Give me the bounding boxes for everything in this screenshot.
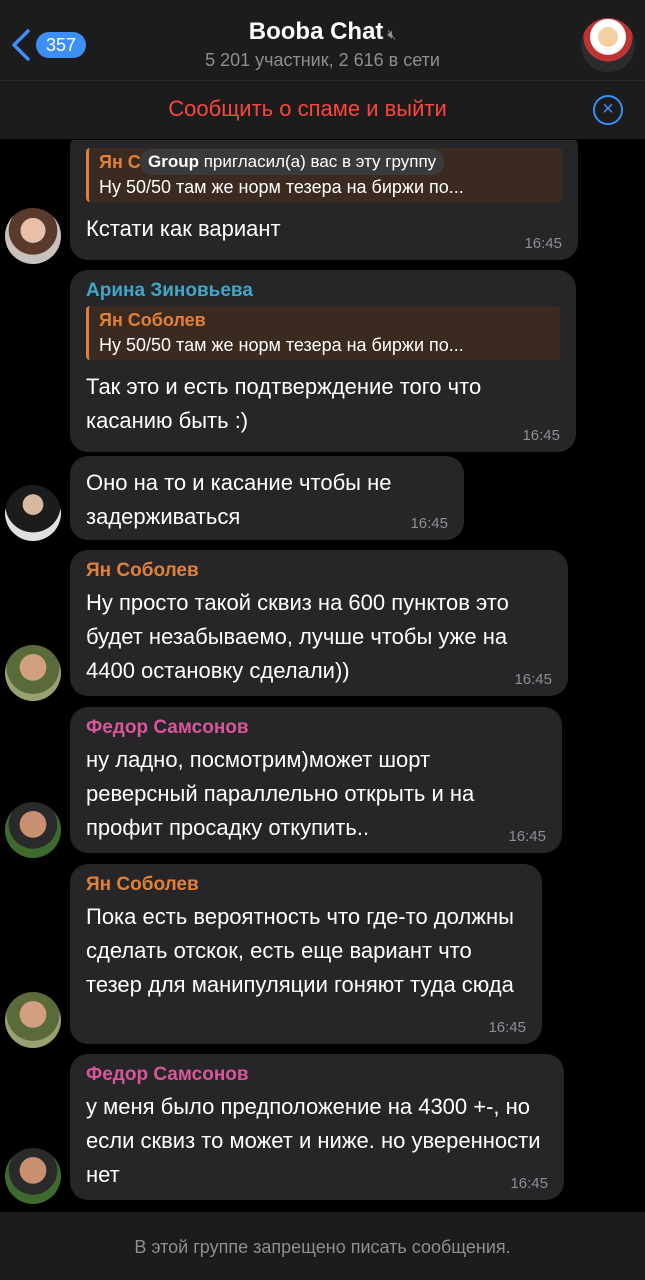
- muted-icon: 🔇︎: [387, 26, 397, 43]
- message-time: 16:45: [524, 235, 562, 252]
- message-text: ну ладно, посмотрим)может шорт реверсный…: [86, 747, 475, 840]
- report-spam-button[interactable]: Сообщить о спаме и выйти: [0, 96, 585, 122]
- avatar[interactable]: [5, 485, 61, 541]
- message-text: Пока есть вероятность что где-то должны …: [86, 904, 514, 997]
- message-time: 16:45: [410, 515, 448, 532]
- message-bubble[interactable]: Арина Зиновьева Ян Соболев Ну 50/50 там …: [70, 270, 576, 452]
- chat-header: 357 Booba Chat 🔇︎ 5 201 участник, 2 616 в…: [0, 0, 645, 81]
- service-message: Group пригласил(а) вас в эту группу: [140, 149, 445, 175]
- reply-text: Ну 50/50 там же норм тезера на биржи по.…: [99, 177, 464, 197]
- reply-preview[interactable]: Ян Соболев Ну 50/50 там же норм тезера н…: [86, 306, 560, 360]
- composer-disabled-bar: В этой группе запрещено писать сообщения…: [0, 1212, 645, 1280]
- message-text: Оно на то и касание чтобы не задерживать…: [86, 470, 392, 529]
- service-text: пригласил(а) вас в эту группу: [199, 152, 437, 171]
- message-time: 16:45: [508, 828, 546, 845]
- message-time: 16:45: [522, 427, 560, 444]
- avatar[interactable]: [5, 1148, 61, 1204]
- avatar[interactable]: [5, 802, 61, 858]
- message-bubble[interactable]: Ян Соболев Пока есть вероятность что где…: [70, 864, 542, 1044]
- chat-avatar[interactable]: [581, 18, 635, 72]
- sender-name[interactable]: Арина Зиновьева: [86, 280, 560, 302]
- chat-subtitle: 5 201 участник, 2 616 в сети: [205, 50, 440, 70]
- sender-name[interactable]: Федор Самсонов: [86, 717, 546, 739]
- avatar[interactable]: [5, 992, 61, 1048]
- message-time: 16:45: [514, 671, 552, 688]
- reply-text: Ну 50/50 там же норм тезера на биржи по.…: [99, 335, 464, 355]
- message-text: у меня было предположение на 4300 +-, но…: [86, 1094, 541, 1187]
- message-text: Так это и есть подтверждение того что ка…: [86, 374, 482, 433]
- sender-name[interactable]: Федор Самсонов: [86, 1064, 548, 1086]
- sender-name[interactable]: Ян Соболев: [86, 874, 526, 896]
- message-bubble[interactable]: Федор Самсонов у меня было предположение…: [70, 1054, 564, 1200]
- chat-title-area[interactable]: Booba Chat 🔇︎ 5 201 участник, 2 616 в сет…: [0, 18, 645, 71]
- message-text: Ну просто такой сквиз на 600 пунктов это…: [86, 590, 509, 683]
- avatar[interactable]: [5, 208, 61, 264]
- message-bubble[interactable]: Оно на то и касание чтобы не задерживать…: [70, 456, 464, 540]
- chat-title: Booba Chat: [248, 18, 384, 45]
- message-list[interactable]: Ян С Ну 50/50 там же норм тезера на бирж…: [0, 140, 645, 1212]
- reply-sender: Ян Соболев: [99, 310, 206, 330]
- sender-name[interactable]: Ян Соболев: [86, 560, 552, 582]
- message-text: Кстати как вариант: [86, 216, 281, 241]
- service-actor: Group: [148, 152, 199, 171]
- message-time: 16:45: [488, 1019, 526, 1036]
- avatar[interactable]: [5, 645, 61, 701]
- close-icon[interactable]: ×: [593, 95, 623, 125]
- message-bubble[interactable]: Федор Самсонов ну ладно, посмотрим)может…: [70, 707, 562, 853]
- message-time: 16:45: [510, 1175, 548, 1192]
- write-restricted-notice: В этой группе запрещено писать сообщения…: [134, 1237, 511, 1257]
- message-bubble[interactable]: Ян Соболев Ну просто такой сквиз на 600 …: [70, 550, 568, 696]
- spam-bar: Сообщить о спаме и выйти ×: [0, 81, 645, 139]
